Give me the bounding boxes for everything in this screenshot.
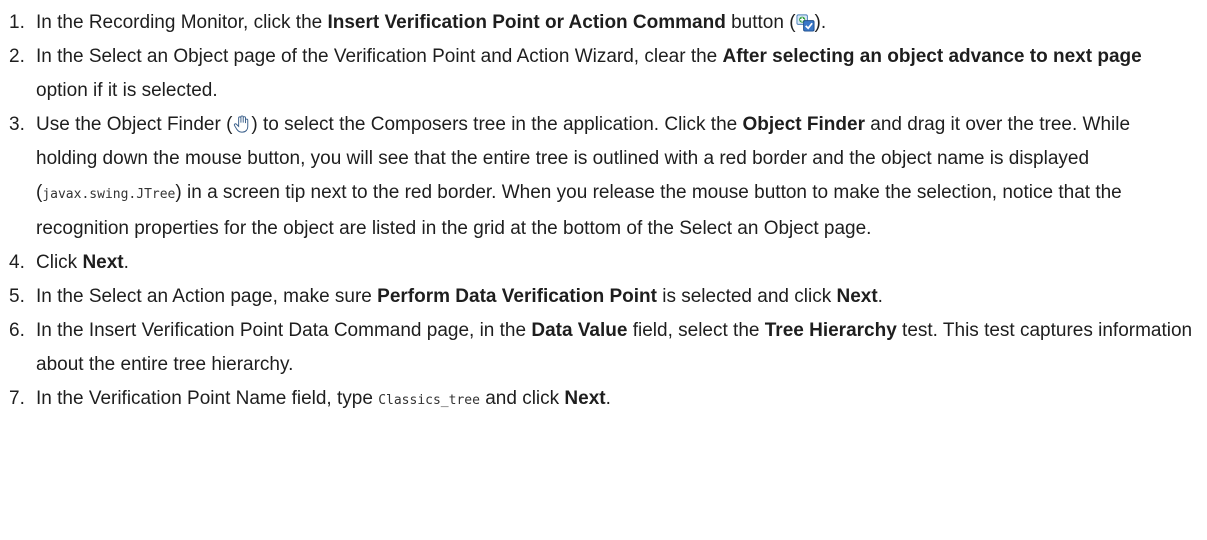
ui-term: Next <box>82 252 124 273</box>
step-number: 6. <box>9 320 25 341</box>
step-text: Click <box>36 252 83 273</box>
step-text: is selected and click <box>656 286 837 307</box>
step-text: . <box>877 286 883 307</box>
code-literal: Classics_tree <box>378 393 480 408</box>
step-text: and click <box>479 388 565 409</box>
step-text: ) to select the Composers tree in the ap… <box>251 114 743 135</box>
step-text: field, select the <box>627 320 765 341</box>
step-4: 4. Click Next. <box>0 246 1196 280</box>
step-5: 5. In the Select an Action page, make sur… <box>0 280 1196 314</box>
insert-verification-point-icon <box>796 10 815 32</box>
step-text: . <box>123 252 129 273</box>
step-number: 5. <box>9 286 25 307</box>
step-number: 3. <box>9 114 25 135</box>
step-text: ) in a screen tip next to the red border… <box>36 182 1122 239</box>
step-text: option if it is selected. <box>36 80 218 101</box>
step-text: In the Select an Object page of the Veri… <box>36 46 723 67</box>
ui-term: Tree Hierarchy <box>764 320 897 341</box>
ui-term: Perform Data Verification Point <box>377 286 657 307</box>
ui-term: Data Value <box>531 320 628 341</box>
step-text: In the Insert Verification Point Data Co… <box>36 320 532 341</box>
object-finder-hand-icon <box>232 112 251 133</box>
step-text: button ( <box>725 12 796 33</box>
ui-term: Object Finder <box>742 114 865 135</box>
ui-term: Next <box>836 286 878 307</box>
step-text: In the Select an Action page, make sure <box>36 286 378 307</box>
step-number: 1. <box>9 12 25 33</box>
step-2: 2. In the Select an Object page of the Ve… <box>0 40 1196 108</box>
step-text: . <box>605 388 611 409</box>
step-number: 7. <box>9 388 25 409</box>
instruction-steps-list: 1. In the Recording Monitor, click the In… <box>0 0 1207 418</box>
step-6: 6. In the Insert Verification Point Data … <box>0 314 1196 382</box>
step-3: 3. Use the Object Finder ( ) to select the… <box>0 108 1196 246</box>
step-text: ). <box>814 12 827 33</box>
step-number: 2. <box>9 46 25 67</box>
step-text: In the Recording Monitor, click the <box>36 12 328 33</box>
code-literal: javax.swing.JTree <box>42 187 176 202</box>
step-text: Use the Object Finder ( <box>36 114 233 135</box>
ui-term: Insert Verification Point or Action Comm… <box>327 12 726 33</box>
step-1: 1. In the Recording Monitor, click the In… <box>0 6 1196 40</box>
step-7: 7. In the Verification Point Name field, … <box>0 382 1196 418</box>
step-number: 4. <box>9 252 25 273</box>
ui-term: Next <box>564 388 606 409</box>
step-text: In the Verification Point Name field, ty… <box>36 388 379 409</box>
ui-term: After selecting an object advance to nex… <box>722 46 1142 67</box>
